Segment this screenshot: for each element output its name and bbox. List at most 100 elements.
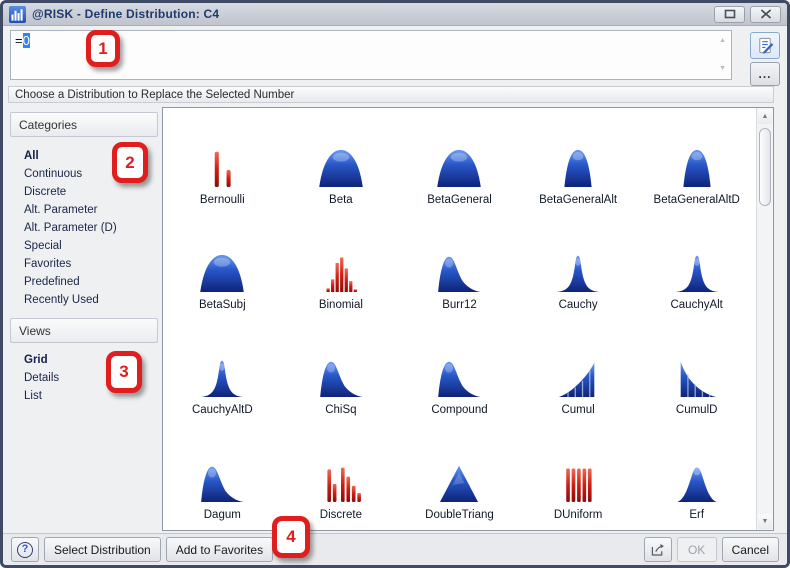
close-button[interactable] [750, 6, 781, 23]
dist-item-compound[interactable]: Compound [400, 321, 519, 426]
titlebar[interactable]: @RISK - Define Distribution: C4 [3, 3, 787, 26]
grid-scrollbar[interactable]: ▲ ▼ [756, 108, 773, 530]
annotation-badge-2: 2 [112, 142, 148, 183]
duniform-thumbnail-icon [549, 462, 607, 504]
export-arrow-icon [649, 541, 666, 558]
dist-item-cumul[interactable]: Cumul [519, 321, 638, 426]
view-list[interactable]: List [24, 387, 59, 405]
edit-document-icon [756, 36, 775, 55]
dist-item-cauchyalt[interactable]: CauchyAlt [637, 216, 756, 321]
dist-label: ChiSq [325, 404, 356, 416]
annotation-badge-1: 1 [86, 30, 120, 67]
footer-bar: ? Select Distribution Add to Favorites O… [3, 533, 787, 565]
dist-item-betasubj[interactable]: BetaSubj [163, 216, 282, 321]
select-distribution-button[interactable]: Select Distribution [44, 537, 161, 562]
dist-label: BetaGeneralAlt [539, 194, 617, 206]
dist-label: Cauchy [559, 299, 598, 311]
category-special[interactable]: Special [24, 237, 117, 255]
dist-item-cauchy[interactable]: Cauchy [519, 216, 638, 321]
dist-item-betageneralalt[interactable]: BetaGeneralAlt [519, 111, 638, 216]
scroll-down-icon[interactable]: ▼ [758, 514, 772, 529]
scroll-up-icon[interactable]: ▲ [758, 109, 772, 124]
categories-header[interactable]: Categories [10, 112, 158, 137]
annotation-badge-3: 3 [106, 351, 142, 393]
dist-item-erf[interactable]: Erf [637, 426, 756, 531]
burr12-thumbnail-icon [430, 252, 488, 294]
dist-item-binomial[interactable]: Binomial [282, 216, 401, 321]
close-icon [760, 9, 772, 19]
dist-item-betageneral[interactable]: BetaGeneral [400, 111, 519, 216]
dist-label: Erf [689, 509, 704, 521]
dist-label: CauchyAltD [192, 404, 253, 416]
category-recently-used[interactable]: Recently Used [24, 291, 117, 309]
category-alt-parameter[interactable]: Alt. Parameter [24, 201, 117, 219]
distribution-grid-panel: Bernoulli Beta BetaGeneral BetaGeneralAl… [162, 107, 774, 531]
help-button[interactable]: ? [11, 537, 39, 562]
dist-label: Compound [431, 404, 487, 416]
view-details[interactable]: Details [24, 369, 59, 387]
category-all[interactable]: All [24, 147, 117, 165]
dist-label: BetaGeneral [427, 194, 492, 206]
categories-list: All Continuous Discrete Alt. Parameter A… [24, 147, 117, 309]
category-alt-parameter-d[interactable]: Alt. Parameter (D) [24, 219, 117, 237]
dist-item-burr12[interactable]: Burr12 [400, 216, 519, 321]
define-distribution-dialog: @RISK - Define Distribution: C4 =0 ▲ ▼ .… [0, 0, 790, 568]
betageneralalt-thumbnail-icon [549, 147, 607, 189]
bernoulli-thumbnail-icon [193, 147, 251, 189]
cauchyalt-thumbnail-icon [668, 252, 726, 294]
views-title: Views [19, 324, 51, 338]
beta-thumbnail-icon [312, 147, 370, 189]
dist-item-bernoulli[interactable]: Bernoulli [163, 111, 282, 216]
binomial-thumbnail-icon [312, 252, 370, 294]
formula-scroll-up-icon[interactable]: ▲ [719, 37, 726, 45]
dist-label: Binomial [319, 299, 363, 311]
views-list: Grid Details List [24, 351, 59, 405]
dist-label: DoubleTriang [425, 509, 494, 521]
choose-distribution-header: Choose a Distribution to Replace the Sel… [8, 86, 774, 103]
dist-item-betageneralaltd[interactable]: BetaGeneralAltD [637, 111, 756, 216]
risk-app-icon [9, 6, 26, 23]
annotation-badge-4: 4 [272, 516, 310, 558]
category-discrete[interactable]: Discrete [24, 183, 117, 201]
dist-item-doubletriang[interactable]: DoubleTriang [400, 426, 519, 531]
erf-thumbnail-icon [668, 462, 726, 504]
edit-formula-button[interactable] [750, 32, 780, 59]
dist-label: Dagum [204, 509, 241, 521]
ok-button[interactable]: OK [677, 537, 717, 562]
betasubj-thumbnail-icon [193, 252, 251, 294]
scrollbar-thumb[interactable] [759, 128, 771, 206]
dist-label: CauchyAlt [670, 299, 722, 311]
dist-label: CumulD [676, 404, 718, 416]
dagum-thumbnail-icon [193, 462, 251, 504]
help-icon: ? [17, 542, 33, 558]
dist-label: Discrete [320, 509, 362, 521]
maximize-icon [724, 9, 736, 19]
dist-label: Cumul [561, 404, 594, 416]
more-options-button[interactable]: ... [750, 62, 780, 86]
category-predefined[interactable]: Predefined [24, 273, 117, 291]
discrete-thumbnail-icon [312, 462, 370, 504]
formula-scroll-down-icon[interactable]: ▼ [719, 65, 726, 73]
dist-label: DUniform [554, 509, 603, 521]
dist-item-beta[interactable]: Beta [282, 111, 401, 216]
dist-label: Burr12 [442, 299, 477, 311]
dist-item-chisq[interactable]: ChiSq [282, 321, 401, 426]
categories-title: Categories [19, 118, 77, 132]
doubletriang-thumbnail-icon [430, 462, 488, 504]
view-grid[interactable]: Grid [24, 351, 59, 369]
dist-item-duniform[interactable]: DUniform [519, 426, 638, 531]
dist-item-cauchyaltd[interactable]: CauchyAltD [163, 321, 282, 426]
add-to-favorites-button[interactable]: Add to Favorites [166, 537, 273, 562]
category-continuous[interactable]: Continuous [24, 165, 117, 183]
category-favorites[interactable]: Favorites [24, 255, 117, 273]
chisq-thumbnail-icon [312, 357, 370, 399]
views-header[interactable]: Views [10, 318, 158, 343]
dist-item-dagum[interactable]: Dagum [163, 426, 282, 531]
insert-in-cell-button[interactable] [644, 537, 672, 562]
betageneral-thumbnail-icon [430, 147, 488, 189]
formula-prefix: = [15, 33, 23, 48]
dist-label: Bernoulli [200, 194, 245, 206]
cancel-button[interactable]: Cancel [722, 537, 779, 562]
dist-item-cumuld[interactable]: CumulD [637, 321, 756, 426]
maximize-button[interactable] [714, 6, 745, 23]
